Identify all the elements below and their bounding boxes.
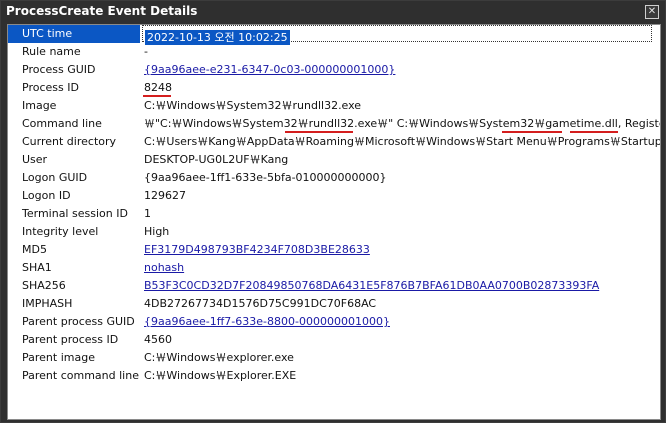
property-name: Parent process GUID <box>8 313 140 331</box>
property-value: 1 <box>144 207 151 220</box>
property-row-sha1[interactable]: SHA1 nohash <box>8 259 660 277</box>
property-value-link[interactable]: EF3179D498793BF4234F708D3BE28633 <box>144 241 370 259</box>
property-row-command-line[interactable]: Command line ￦"C:￦Windows￦System32￦rundl… <box>8 115 660 133</box>
property-row-logon-id[interactable]: Logon ID 129627 <box>8 187 660 205</box>
property-name: Current directory <box>8 133 140 151</box>
property-value: {9aa96aee-1ff1-633e-5bfa-010000000000} <box>144 171 387 184</box>
property-row-integrity-level[interactable]: Integrity level High <box>8 223 660 241</box>
property-value: - <box>144 45 148 58</box>
property-name: Logon ID <box>8 187 140 205</box>
property-name: Parent command line <box>8 367 140 385</box>
property-name: Command line <box>8 115 140 133</box>
property-row-parent-image[interactable]: Parent image C:￦Windows￦explorer.exe <box>8 349 660 367</box>
property-row-imphash[interactable]: IMPHASH 4DB27267734D1576D75C991DC70F68AC <box>8 295 660 313</box>
close-icon: ✕ <box>647 6 657 17</box>
property-value: High <box>144 225 170 238</box>
property-row-current-directory[interactable]: Current directory C:￦Users￦Kang￦AppData￦… <box>8 133 660 151</box>
property-value: DESKTOP-UG0L2UF￦Kang <box>144 153 289 166</box>
property-name: UTC time <box>8 25 140 43</box>
property-row-image[interactable]: Image C:￦Windows￦System32￦rundll32.exe <box>8 97 660 115</box>
property-name: IMPHASH <box>8 295 140 313</box>
property-row-user[interactable]: User DESKTOP-UG0L2UF￦Kang <box>8 151 660 169</box>
property-row-process-id[interactable]: Process ID 8248 <box>8 79 660 97</box>
property-name: Parent process ID <box>8 331 140 349</box>
property-name: SHA256 <box>8 277 140 295</box>
property-row-terminal-session-id[interactable]: Terminal session ID 1 <box>8 205 660 223</box>
property-name: Rule name <box>8 43 140 61</box>
property-name: Process ID <box>8 79 140 97</box>
window-title: ProcessCreate Event Details <box>6 4 198 18</box>
property-value: C:￦Windows￦explorer.exe <box>144 351 294 364</box>
property-name: Parent image <box>8 349 140 367</box>
property-row-process-guid[interactable]: Process GUID {9aa96aee-e231-6347-0c03-00… <box>8 61 660 79</box>
property-name: Integrity level <box>8 223 140 241</box>
property-row-parent-process-id[interactable]: Parent process ID 4560 <box>8 331 660 349</box>
property-value-link[interactable]: {9aa96aee-e231-6347-0c03-000000001000} <box>144 61 395 79</box>
property-row-parent-process-guid[interactable]: Parent process GUID {9aa96aee-1ff7-633e-… <box>8 313 660 331</box>
property-value-link[interactable]: nohash <box>144 259 184 277</box>
property-row-logon-guid[interactable]: Logon GUID {9aa96aee-1ff1-633e-5bfa-0100… <box>8 169 660 187</box>
property-name: SHA1 <box>8 259 140 277</box>
property-value: C:￦Windows￦Explorer.EXE <box>144 369 297 382</box>
property-value: C:￦Users￦Kang￦AppData￦Roaming￦Microsoft￦… <box>144 135 661 148</box>
property-value-selected[interactable]: 2022-10-13 오전 10:02:25 <box>142 25 652 45</box>
property-row-rule-name[interactable]: Rule name - <box>8 43 660 61</box>
close-button[interactable]: ✕ <box>645 5 659 19</box>
property-value: 4560 <box>144 333 172 346</box>
property-name: Process GUID <box>8 61 140 79</box>
property-grid: UTC time 2022-10-13 오전 10:02:25 Rule nam… <box>7 24 661 420</box>
title-bar[interactable]: ProcessCreate Event Details ✕ <box>1 1 665 23</box>
property-name: Logon GUID <box>8 169 140 187</box>
property-value-link[interactable]: {9aa96aee-1ff7-633e-8800-000000001000} <box>144 313 390 331</box>
property-name: Terminal session ID <box>8 205 140 223</box>
property-value-link[interactable]: B53F3C0CD32D7F20849850768DA6431E5F876B7B… <box>144 277 599 295</box>
property-name: MD5 <box>8 241 140 259</box>
property-name: User <box>8 151 140 169</box>
property-row-md5[interactable]: MD5 EF3179D498793BF4234F708D3BE28633 <box>8 241 660 259</box>
property-value: 4DB27267734D1576D75C991DC70F68AC <box>144 297 377 310</box>
property-name: Image <box>8 97 140 115</box>
event-details-window: ProcessCreate Event Details ✕ UTC time 2… <box>0 0 666 423</box>
property-row-sha256[interactable]: SHA256 B53F3C0CD32D7F20849850768DA6431E5… <box>8 277 660 295</box>
property-row-parent-command-line[interactable]: Parent command line C:￦Windows￦Explorer.… <box>8 367 660 385</box>
property-row-utc-time[interactable]: UTC time 2022-10-13 오전 10:02:25 <box>8 25 660 45</box>
property-value: 129627 <box>144 189 186 202</box>
property-value: C:￦Windows￦System32￦rundll32.exe <box>144 99 362 112</box>
